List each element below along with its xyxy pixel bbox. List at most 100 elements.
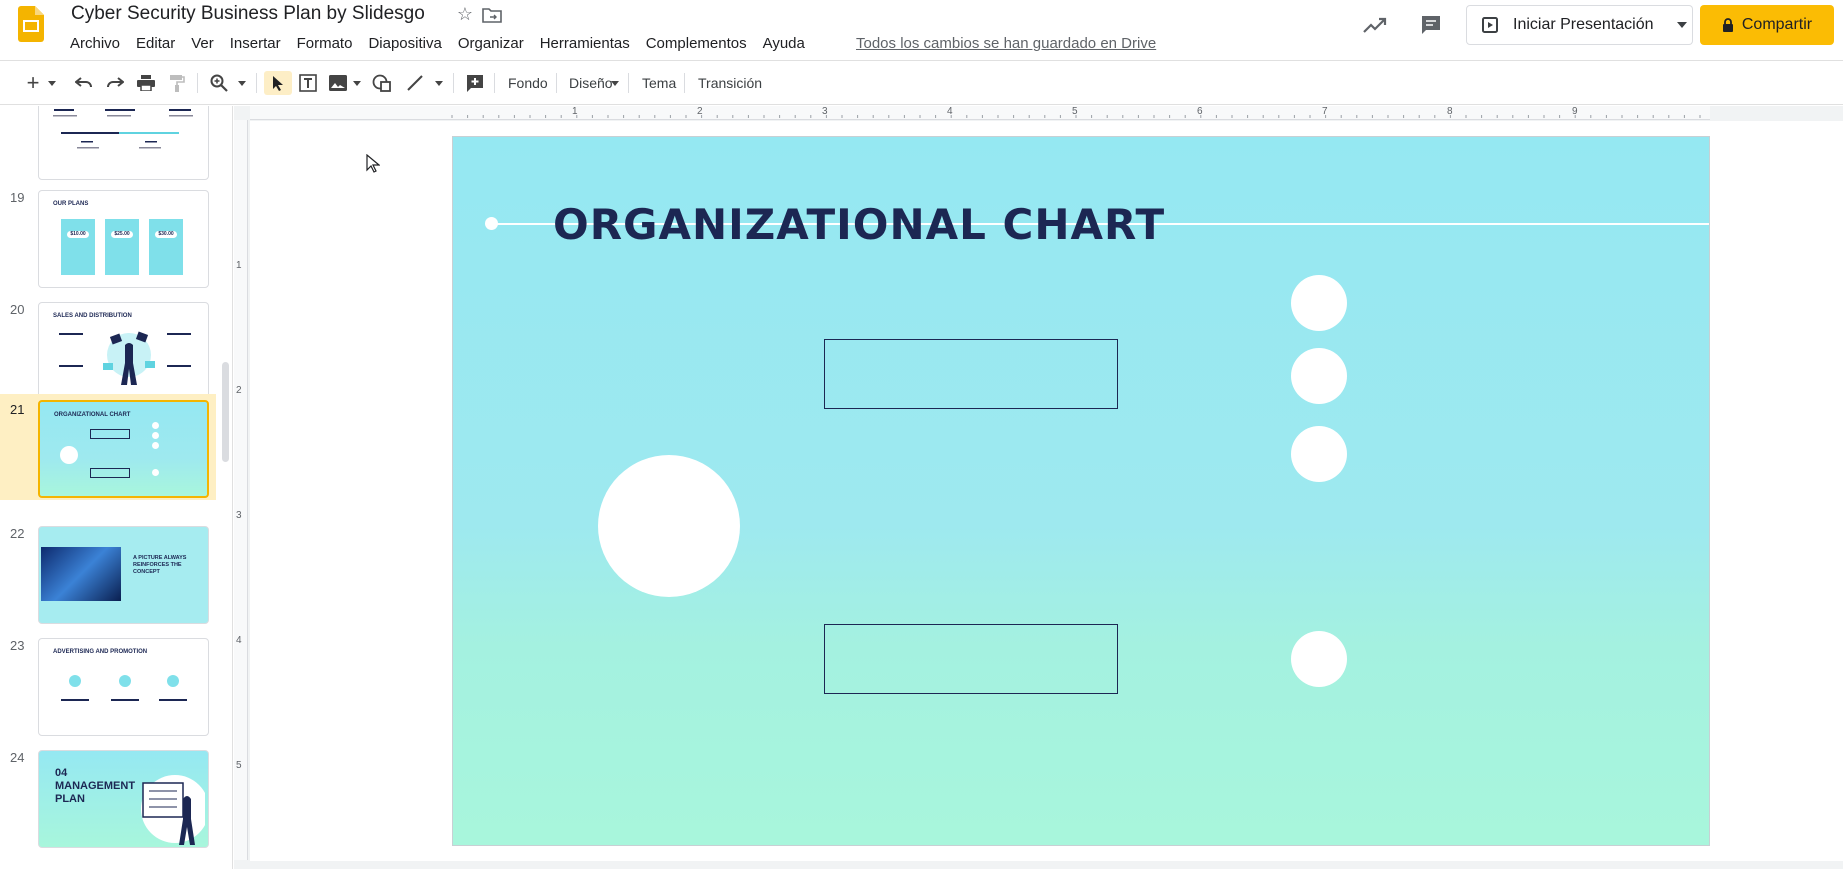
slide-thumbnail-19[interactable]: OUR PLANS $10.00 $25.00 $30.00 — [38, 190, 209, 288]
thumb-text-line — [59, 333, 83, 335]
image-icon[interactable] — [326, 71, 350, 95]
ruler-label: 5 — [236, 760, 242, 771]
title-line-dot[interactable] — [485, 217, 498, 230]
ruler-label: 1 — [236, 260, 242, 271]
chevron-down-icon[interactable] — [350, 71, 364, 95]
ruler-label: 3 — [236, 510, 242, 521]
save-status-link[interactable]: Todos los cambios se han guardado en Dri… — [856, 35, 1156, 52]
move-folder-icon[interactable] — [482, 6, 502, 24]
horizontal-ruler[interactable]: 1 2 3 4 5 6 7 8 9 — [250, 106, 1710, 120]
share-label: Compartir — [1741, 16, 1813, 33]
price-card: $30.00 — [149, 219, 183, 275]
menu-organizar[interactable]: Organizar — [450, 35, 532, 53]
zoom-icon[interactable] — [207, 71, 231, 95]
toolbar-divider — [256, 73, 257, 93]
shape-icon[interactable] — [370, 71, 394, 95]
activity-trend-icon[interactable] — [1362, 14, 1388, 36]
slide-thumbnail-20[interactable]: SALES AND DISTRIBUTION — [38, 302, 209, 400]
thumb-icon-circle — [119, 675, 131, 687]
theme-button[interactable]: Tema — [642, 73, 676, 93]
menu-ayuda[interactable]: Ayuda — [755, 35, 813, 53]
menu-editar[interactable]: Editar — [128, 35, 183, 53]
menu-archivo[interactable]: Archivo — [62, 35, 128, 53]
slide-thumbnail-21[interactable]: ORGANIZATIONAL CHART — [38, 400, 209, 498]
thumb-title: 04 MANAGEMENT PLAN — [55, 767, 136, 805]
thumb-illustration-icon — [103, 331, 155, 385]
ruler-label: 4 — [236, 635, 242, 646]
toolbar-divider — [556, 73, 557, 93]
menu-insertar[interactable]: Insertar — [222, 35, 289, 53]
thumb-title: ORGANIZATIONAL CHART — [54, 412, 131, 418]
thumb-text-line — [59, 365, 83, 367]
menu-complementos[interactable]: Complementos — [638, 35, 755, 53]
org-chart-box-bottom[interactable] — [824, 624, 1118, 694]
menu-formato[interactable]: Formato — [289, 35, 361, 53]
vertical-ruler[interactable]: 1 2 3 4 5 — [234, 120, 248, 860]
slide-thumbnail-23[interactable]: ADVERTISING AND PROMOTION — [38, 638, 209, 736]
print-icon[interactable] — [134, 71, 158, 95]
chevron-down-icon[interactable] — [235, 71, 249, 95]
redo-icon[interactable] — [103, 71, 127, 95]
current-slide[interactable]: ORGANIZATIONAL CHART — [452, 136, 1710, 846]
ruler-label: 1 — [572, 106, 578, 117]
thumb-text-line — [167, 333, 191, 335]
document-title[interactable]: Cyber Security Business Plan by Slidesgo — [71, 3, 425, 25]
thumb-timeline-icon — [53, 109, 193, 149]
layout-button[interactable]: Diseño — [569, 73, 613, 93]
comment-icon[interactable] — [1419, 13, 1443, 37]
thumb-icon-circle — [69, 675, 81, 687]
share-button[interactable]: Compartir — [1700, 5, 1834, 45]
paint-format-icon[interactable] — [165, 71, 189, 95]
text-box-icon[interactable] — [296, 71, 320, 95]
present-options-button[interactable] — [1671, 5, 1693, 45]
menu-herramientas[interactable]: Herramientas — [532, 35, 638, 53]
org-chart-box-top[interactable] — [824, 339, 1118, 409]
thumb-title: ADVERTISING AND PROMOTION — [53, 649, 148, 655]
line-icon[interactable] — [403, 71, 427, 95]
thumb-circle — [152, 469, 159, 476]
slide-number: 22 — [10, 526, 25, 541]
star-icon[interactable]: ☆ — [455, 4, 475, 24]
background-button[interactable]: Fondo — [508, 73, 548, 93]
slides-logo-icon[interactable] — [18, 6, 44, 42]
toolbar-divider — [628, 73, 629, 93]
slide-title[interactable]: ORGANIZATIONAL CHART — [553, 200, 1165, 249]
slide-thumbnail-18[interactable] — [38, 106, 209, 180]
present-button[interactable]: Iniciar Presentación — [1466, 5, 1672, 45]
thumb-circle — [60, 446, 78, 464]
chevron-down-icon[interactable] — [45, 71, 59, 95]
small-circle[interactable] — [1291, 348, 1347, 404]
chevron-down-icon[interactable] — [432, 71, 446, 95]
ruler-label: 8 — [1447, 106, 1453, 117]
slide-thumbnail-24[interactable]: 04 MANAGEMENT PLAN — [38, 750, 209, 848]
small-circle[interactable] — [1291, 631, 1347, 687]
ruler-label: 6 — [1197, 106, 1203, 117]
lock-icon — [1722, 18, 1733, 32]
thumb-icon-circle — [167, 675, 179, 687]
insert-comment-icon[interactable] — [463, 71, 487, 95]
chevron-down-icon[interactable] — [609, 71, 621, 95]
slide-filmstrip[interactable]: 19 OUR PLANS $10.00 $25.00 $30.00 20 SAL… — [0, 106, 233, 869]
ruler-label: 9 — [1572, 106, 1578, 117]
filmstrip-scrollbar[interactable] — [222, 362, 229, 462]
slide-thumbnail-22[interactable]: A PICTURE ALWAYS REINFORCES THE CONCEPT — [38, 526, 209, 624]
price-label: $25.00 — [111, 231, 133, 238]
toolbar-divider — [197, 73, 198, 93]
menu-ver[interactable]: Ver — [183, 35, 222, 53]
toolbar-divider — [494, 73, 495, 93]
small-circle[interactable] — [1291, 426, 1347, 482]
thumb-title: OUR PLANS — [53, 201, 89, 207]
undo-icon[interactable] — [72, 71, 96, 95]
ruler-label: 2 — [697, 106, 703, 117]
menubar: Archivo Editar Ver Insertar Formato Diap… — [62, 35, 813, 53]
toolbar: + Fondo Diseño Tema Transición — [0, 60, 1843, 105]
large-circle[interactable] — [598, 455, 740, 597]
toolbar-divider — [453, 73, 454, 93]
slide-number: 24 — [10, 750, 25, 765]
transition-button[interactable]: Transición — [698, 73, 762, 93]
menu-diapositiva[interactable]: Diapositiva — [360, 35, 449, 53]
select-cursor-icon[interactable] — [264, 71, 292, 95]
new-slide-icon[interactable]: + — [22, 70, 44, 95]
small-circle[interactable] — [1291, 275, 1347, 331]
slide-number: 19 — [10, 190, 25, 205]
